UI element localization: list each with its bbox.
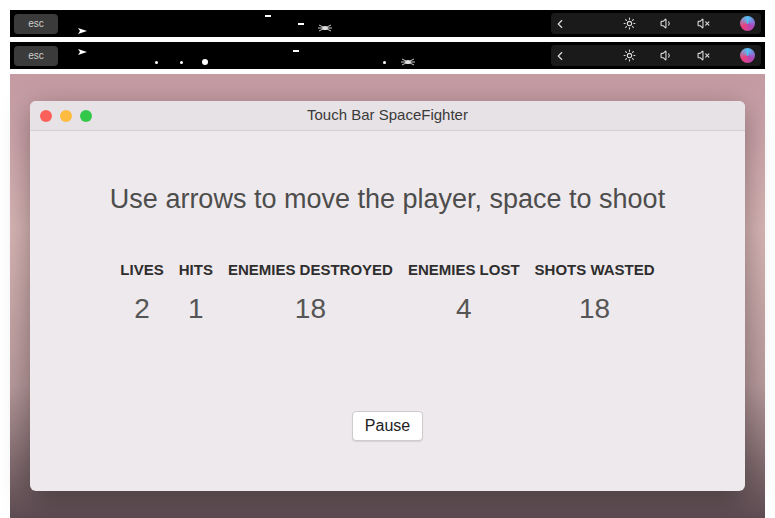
stat-value: 18	[295, 291, 326, 326]
volume-icon[interactable]	[660, 49, 673, 62]
pause-button[interactable]: Pause	[352, 411, 423, 441]
stat: LIVES 2	[120, 259, 163, 327]
title-bar: Touch Bar SpaceFighter	[30, 101, 745, 131]
shot	[298, 23, 304, 25]
shot	[293, 50, 299, 52]
stat-value: 1	[188, 291, 204, 326]
game-area	[68, 42, 551, 69]
desktop: Touch Bar SpaceFighter Use arrows to move…	[10, 74, 765, 518]
bullet	[180, 61, 183, 64]
instructions: Use arrows to move the player, space to …	[110, 183, 665, 217]
control-strip	[551, 13, 761, 34]
close-button[interactable]	[40, 110, 52, 122]
game-area	[68, 10, 551, 37]
stat-label: HITS	[179, 259, 213, 282]
stat-value: 4	[456, 291, 472, 326]
control-strip	[551, 45, 761, 66]
stat: SHOTS WASTED 18	[535, 259, 655, 327]
mute-icon[interactable]	[697, 17, 710, 30]
screen: esc esc Touch Bar SpaceFighter Use arrows t…	[0, 0, 775, 518]
brightness-icon[interactable]	[623, 49, 636, 62]
stats-row: LIVES 2 HITS 1 ENEMIES DESTROYED 18 ENEMIES LO…	[120, 259, 654, 327]
stat-value: 18	[579, 291, 610, 326]
player-ship-icon	[78, 28, 87, 34]
app-window: Touch Bar SpaceFighter Use arrows to move…	[30, 101, 745, 491]
explosion	[202, 59, 208, 65]
stat: ENEMIES DESTROYED 18	[228, 259, 393, 327]
zoom-button[interactable]	[80, 110, 92, 122]
stat-label: SHOTS WASTED	[535, 259, 655, 282]
collapse-chevron-icon[interactable]	[553, 17, 567, 31]
brightness-icon[interactable]	[623, 17, 636, 30]
stat-label: LIVES	[120, 259, 163, 282]
player-ship-icon	[78, 49, 87, 55]
touch-bar: esc	[10, 10, 765, 37]
esc-key[interactable]: esc	[14, 14, 58, 34]
siri-icon[interactable]	[740, 48, 755, 63]
stat: HITS 1	[179, 259, 213, 327]
stat: ENEMIES LOST 4	[408, 259, 520, 327]
esc-key[interactable]: esc	[14, 46, 58, 66]
enemy-icon	[318, 24, 332, 32]
stat-label: ENEMIES DESTROYED	[228, 259, 393, 282]
window-title: Touch Bar SpaceFighter	[307, 104, 468, 127]
shot	[265, 15, 271, 17]
siri-icon[interactable]	[740, 16, 755, 31]
minimize-button[interactable]	[60, 110, 72, 122]
bullet	[383, 61, 386, 64]
mute-icon[interactable]	[697, 49, 710, 62]
stat-label: ENEMIES LOST	[408, 259, 520, 282]
collapse-chevron-icon[interactable]	[553, 49, 567, 63]
stat-value: 2	[134, 291, 150, 326]
enemy-icon	[401, 58, 415, 66]
touch-bar: esc	[10, 42, 765, 69]
volume-icon[interactable]	[660, 17, 673, 30]
bullet	[155, 61, 158, 64]
